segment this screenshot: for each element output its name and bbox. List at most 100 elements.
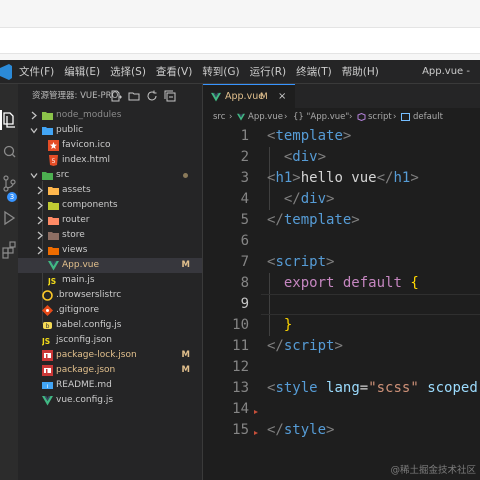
- tree-item-babel-config[interactable]: b babel.config.js: [18, 318, 202, 333]
- menu-bar: 文件(F) 编辑(E) 选择(S) 查看(V) 转到(G) 运行(R) 终端(T…: [14, 60, 384, 84]
- collapse-all-icon[interactable]: [164, 90, 176, 102]
- line-number: 14: [232, 401, 249, 417]
- tab-label: App.vue: [225, 91, 265, 102]
- code-line: 7 <script>: [203, 252, 480, 273]
- breadcrumb-app-vue[interactable]: App.vue: [248, 108, 283, 126]
- code-token: </: [376, 170, 394, 186]
- tree-item-favicon[interactable]: favicon.ico: [18, 138, 202, 153]
- tree-item-views[interactable]: views: [18, 243, 202, 258]
- menu-go[interactable]: 转到(G): [197, 60, 244, 84]
- menu-help[interactable]: 帮助(H): [337, 60, 384, 84]
- html5-icon: 5: [49, 155, 58, 166]
- code-token: {: [410, 275, 419, 291]
- tree-item-label: main.js: [62, 275, 95, 285]
- run-debug-icon[interactable]: [0, 208, 18, 228]
- code-token: >: [317, 149, 327, 165]
- menu-terminal[interactable]: 终端(T): [291, 60, 337, 84]
- tree-item-label: views: [62, 245, 88, 255]
- tree-item-assets[interactable]: assets: [18, 183, 202, 198]
- folder-node-icon: [42, 112, 53, 120]
- window-title: App.vue -: [422, 66, 470, 77]
- vue-icon: [211, 92, 221, 102]
- fold-marker-icon: [254, 410, 258, 414]
- tree-item-router[interactable]: router: [18, 213, 202, 228]
- code-line: 4 </div>: [203, 189, 480, 210]
- code-text: <div>: [267, 147, 326, 168]
- breadcrumb-script[interactable]: script: [368, 108, 392, 126]
- tree-item-package-lock[interactable]: package-lock.json M: [18, 348, 202, 363]
- tab-modified-status: M: [260, 92, 268, 102]
- code-token: default: [342, 275, 402, 291]
- code-token: h1: [275, 170, 293, 186]
- explorer-header: 资源管理器: VUE-PRO: [18, 84, 202, 108]
- code-line: 6: [203, 231, 480, 252]
- code-token: lang: [326, 380, 360, 396]
- extensions-icon[interactable]: [0, 240, 18, 260]
- code-token: </: [283, 191, 301, 207]
- breadcrumb-separator: ›: [349, 112, 353, 122]
- code-line-current: 9: [203, 294, 480, 315]
- breadcrumb-src[interactable]: src: [213, 108, 225, 126]
- browser-address-bar[interactable]: [0, 27, 480, 54]
- tree-item-label: README.md: [56, 380, 112, 390]
- line-number: 1: [240, 128, 249, 144]
- menu-selection[interactable]: 选择(S): [105, 60, 151, 84]
- tree-item-node-modules[interactable]: node_modules: [18, 108, 202, 123]
- tree-item-src[interactable]: src: [18, 168, 202, 183]
- folder-public-icon: [42, 127, 53, 135]
- menu-run[interactable]: 运行(R): [245, 60, 292, 84]
- menu-view[interactable]: 查看(V): [151, 60, 197, 84]
- refresh-icon[interactable]: [146, 90, 158, 102]
- code-token: >: [410, 170, 419, 186]
- editor-pane: App.vue M × src › App.vue › {} "App.vue"…: [202, 84, 480, 480]
- tree-item-package-json[interactable]: package.json M: [18, 363, 202, 378]
- new-file-icon[interactable]: [110, 90, 122, 102]
- chevron-right-icon: [37, 186, 43, 195]
- breadcrumb-default[interactable]: default: [413, 108, 443, 126]
- git-icon: [42, 305, 53, 316]
- tree-item-main-js[interactable]: JS main.js: [18, 273, 202, 288]
- code-text: </div>: [267, 189, 335, 210]
- explorer-title: 资源管理器: VUE-PRO: [32, 91, 119, 101]
- tree-item-vue-config[interactable]: vue.config.js: [18, 393, 202, 408]
- babel-icon: b: [43, 322, 52, 330]
- line-number: 13: [232, 380, 249, 396]
- tree-item-store[interactable]: store: [18, 228, 202, 243]
- menu-file[interactable]: 文件(F): [14, 60, 59, 84]
- tree-item-label: public: [56, 125, 84, 135]
- tree-item-label: .browserslistrc: [56, 290, 122, 300]
- tree-item-index-html[interactable]: 5 index.html: [18, 153, 202, 168]
- code-text: <template>: [267, 126, 351, 147]
- new-folder-icon[interactable]: [128, 90, 140, 102]
- tree-item-browserslistrc[interactable]: .browserslistrc: [18, 288, 202, 303]
- vue-icon: [48, 261, 59, 271]
- code-token: script: [275, 254, 327, 270]
- tree-item-readme[interactable]: i README.md: [18, 378, 202, 393]
- breadcrumb-module[interactable]: {} "App.vue": [293, 108, 349, 126]
- line-number: 11: [232, 338, 249, 354]
- tree-item-jsconfig[interactable]: JS jsconfig.json: [18, 333, 202, 348]
- activity-bar: 3: [0, 84, 18, 480]
- tab-app-vue[interactable]: App.vue M ×: [203, 84, 295, 108]
- tree-item-components[interactable]: components: [18, 198, 202, 213]
- tree-item-public[interactable]: public: [18, 123, 202, 138]
- explorer-files-icon[interactable]: [0, 110, 18, 130]
- tree-item-gitignore[interactable]: .gitignore: [18, 303, 202, 318]
- tree-item-label: index.html: [62, 155, 110, 165]
- code-token: >: [351, 212, 360, 228]
- code-token: div: [292, 149, 318, 165]
- tab-close-icon[interactable]: ×: [278, 85, 286, 109]
- source-control-icon[interactable]: [0, 174, 18, 194]
- tab-bar: App.vue M ×: [203, 84, 480, 108]
- search-icon[interactable]: [0, 142, 18, 162]
- git-status-modified: M: [181, 350, 190, 360]
- code-line: 14: [203, 399, 480, 420]
- vue-icon: [237, 113, 245, 121]
- code-line: 13 <style lang="scss" scoped: [203, 378, 480, 399]
- line-number: 9: [240, 296, 249, 312]
- code-editor[interactable]: 1 <template> 2 <div> 3 <h1>hello vue</h1…: [203, 126, 480, 480]
- tree-item-app-vue[interactable]: App.vue M: [18, 258, 202, 273]
- code-line: 2 <div>: [203, 147, 480, 168]
- menu-edit[interactable]: 编辑(E): [59, 60, 105, 84]
- code-token: h1: [393, 170, 411, 186]
